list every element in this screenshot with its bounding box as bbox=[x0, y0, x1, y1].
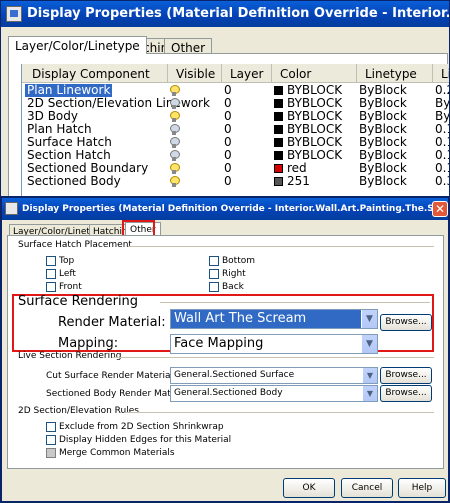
bottom-label: Bottom bbox=[222, 256, 256, 266]
layer-value[interactable]: 0 bbox=[224, 175, 232, 188]
front-dialog-title: Display Properties (Material Definition … bbox=[2, 198, 448, 220]
back-tab-other[interactable]: Other bbox=[164, 38, 213, 55]
bottom-checkbox[interactable] bbox=[209, 256, 219, 266]
divider bbox=[124, 412, 434, 413]
right-checkbox[interactable] bbox=[209, 269, 219, 279]
exclude-shrinkwrap-label: Exclude from 2D Section Shrinkwrap bbox=[59, 422, 224, 432]
render-material-label: Render Material: bbox=[58, 315, 166, 330]
front-dialog-window: Display Properties (Material Definition … bbox=[0, 196, 450, 503]
cut-surface-browse-button[interactable]: Browse... bbox=[380, 367, 432, 384]
chevron-down-icon[interactable]: ▼ bbox=[361, 310, 377, 328]
cut-surface-render-material-label: Cut Surface Render Material: bbox=[46, 371, 177, 381]
color-value[interactable]: 251 bbox=[287, 175, 310, 188]
merge-common-materials-checkbox bbox=[46, 448, 56, 458]
col-header-visible[interactable]: Visible bbox=[168, 64, 222, 83]
help-button[interactable]: Help bbox=[398, 478, 446, 498]
linetype-value[interactable]: ByBlock bbox=[359, 175, 407, 188]
app-icon bbox=[5, 202, 18, 215]
ok-button[interactable]: OK bbox=[283, 478, 335, 498]
mapping-select[interactable]: Face Mapping ▼ bbox=[170, 334, 378, 354]
visibility-bulb-icon[interactable] bbox=[170, 176, 180, 187]
back-label: Back bbox=[222, 282, 244, 292]
display-hidden-edges-label: Display Hidden Edges for this Material bbox=[59, 435, 232, 445]
render-material-browse-button[interactable]: Browse... bbox=[380, 314, 432, 331]
chevron-down-icon[interactable]: ▼ bbox=[362, 368, 377, 383]
grid-row[interactable]: Sectioned Body 0 251 ByBlock 0.3 bbox=[22, 174, 449, 188]
sectioned-body-browse-button[interactable]: Browse... bbox=[380, 385, 432, 402]
visibility-bulb-icon[interactable] bbox=[170, 85, 180, 96]
display-components-grid[interactable]: Display Component Visible Layer Color Li… bbox=[21, 64, 449, 199]
surface-rendering-label: Surface Rendering bbox=[18, 294, 139, 309]
top-label: Top bbox=[59, 256, 75, 266]
lineweight-value[interactable]: 0.3 bbox=[435, 175, 449, 188]
color-swatch-icon bbox=[274, 99, 283, 108]
col-header-color[interactable]: Color bbox=[272, 64, 357, 83]
right-label: Right bbox=[222, 269, 246, 279]
color-swatch-icon bbox=[274, 177, 283, 186]
col-header-lineweight[interactable]: Li bbox=[433, 64, 449, 83]
cut-surface-render-material-select[interactable]: General.Sectioned Surface ▼ bbox=[170, 367, 378, 384]
visibility-bulb-icon[interactable] bbox=[170, 111, 180, 122]
exclude-shrinkwrap-checkbox[interactable] bbox=[46, 422, 56, 432]
color-swatch-icon bbox=[274, 151, 283, 160]
color-swatch-icon bbox=[274, 86, 283, 95]
divider bbox=[160, 302, 430, 303]
front-checkbox[interactable] bbox=[46, 282, 56, 292]
back-checkbox[interactable] bbox=[209, 282, 219, 292]
section-elevation-rules-label: 2D Section/Elevation Rules bbox=[18, 406, 139, 416]
color-swatch-icon bbox=[274, 164, 283, 173]
back-tab-layer-color-linetype[interactable]: Layer/Color/Linetype bbox=[8, 36, 147, 54]
cut-surface-render-material-value: General.Sectioned Surface bbox=[174, 370, 295, 380]
mapping-value: Face Mapping bbox=[174, 336, 264, 351]
color-swatch-icon bbox=[274, 125, 283, 134]
divider bbox=[112, 357, 434, 358]
back-dialog-window: Display Properties (Material Definition … bbox=[0, 0, 450, 200]
chevron-down-icon[interactable]: ▼ bbox=[362, 386, 377, 401]
visibility-bulb-icon[interactable] bbox=[170, 124, 180, 135]
front-label: Front bbox=[59, 282, 82, 292]
visibility-bulb-icon[interactable] bbox=[170, 150, 180, 161]
left-checkbox[interactable] bbox=[46, 269, 56, 279]
app-icon bbox=[6, 6, 22, 22]
live-section-rendering-label: Live Section Rendering bbox=[18, 351, 122, 361]
merge-common-materials-label: Merge Common Materials bbox=[59, 448, 175, 458]
back-dialog-title: Display Properties (Material Definition … bbox=[1, 1, 449, 27]
mapping-label: Mapping: bbox=[58, 336, 119, 351]
color-swatch-icon bbox=[274, 112, 283, 121]
render-material-value: Wall Art The Scream bbox=[174, 311, 307, 326]
close-button[interactable]: ✕ bbox=[432, 201, 448, 217]
left-label: Left bbox=[59, 269, 76, 279]
divider bbox=[128, 246, 434, 247]
color-swatch-icon bbox=[274, 138, 283, 147]
component-name: Sectioned Body bbox=[27, 174, 121, 188]
col-header-linetype[interactable]: Linetype bbox=[357, 64, 433, 83]
visibility-bulb-icon[interactable] bbox=[170, 163, 180, 174]
chevron-down-icon[interactable]: ▼ bbox=[361, 335, 377, 353]
cancel-button[interactable]: Cancel bbox=[341, 478, 393, 498]
sectioned-body-render-material-value: General.Sectioned Body bbox=[174, 388, 283, 398]
surface-hatch-placement-label: Surface Hatch Placement bbox=[18, 240, 132, 250]
render-material-select[interactable]: Wall Art The Scream ▼ bbox=[170, 309, 378, 329]
col-header-layer[interactable]: Layer bbox=[222, 64, 272, 83]
top-checkbox[interactable] bbox=[46, 256, 56, 266]
col-header-display-component[interactable]: Display Component bbox=[22, 64, 168, 83]
visibility-bulb-icon[interactable] bbox=[170, 98, 180, 109]
sectioned-body-render-material-select[interactable]: General.Sectioned Body ▼ bbox=[170, 385, 378, 402]
display-hidden-edges-checkbox[interactable] bbox=[46, 435, 56, 445]
visibility-bulb-icon[interactable] bbox=[170, 137, 180, 148]
